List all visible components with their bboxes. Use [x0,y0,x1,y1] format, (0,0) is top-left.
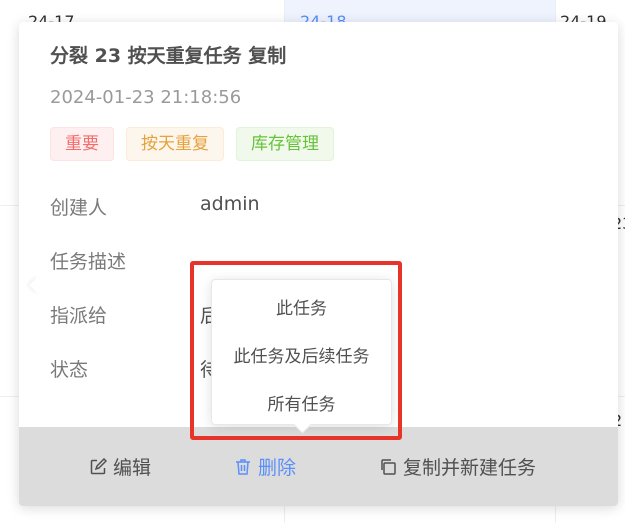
copy-and-create-button[interactable]: 复制并新建任务 [379,453,536,480]
delete-label: 删除 [258,457,297,479]
assignee-label: 指派给 [50,305,108,327]
tag-inventory: 库存管理 [236,127,334,161]
tag-daily-repeat: 按天重复 [126,127,224,161]
description-label: 任务描述 [50,251,127,273]
popover-arrow [29,276,47,294]
delete-button[interactable]: 删除 [234,453,296,480]
task-tags: 重要 按天重复 库存管理 [50,127,334,161]
copy-icon [381,458,396,475]
delete-options-menu: 此任务 此任务及后续任务 所有任务 [211,279,392,434]
menu-item-all-tasks[interactable]: 所有任务 [212,390,391,415]
edit-label: 编辑 [113,457,152,479]
status-label: 状态 [50,359,89,381]
creator-value: admin [200,193,260,215]
task-datetime: 2024-01-23 21:18:56 [50,87,242,108]
task-title: 分裂 23 按天重复任务 复制 [50,45,287,67]
card-footer: 编辑 删除 复制并新建任务 [19,427,618,506]
menu-item-this-task[interactable]: 此任务 [212,294,391,319]
tag-important: 重要 [50,127,114,161]
copy-and-create-label: 复制并新建任务 [403,457,537,479]
edit-icon [90,457,107,474]
menu-item-this-and-following[interactable]: 此任务及后续任务 [212,342,391,367]
trash-icon [236,458,250,475]
creator-label: 创建人 [50,197,108,219]
edit-button[interactable]: 编辑 [89,453,151,480]
task-detail-popover: 分裂 23 按天重复任务 复制 2024-01-23 21:18:56 重要 按… [19,22,618,506]
